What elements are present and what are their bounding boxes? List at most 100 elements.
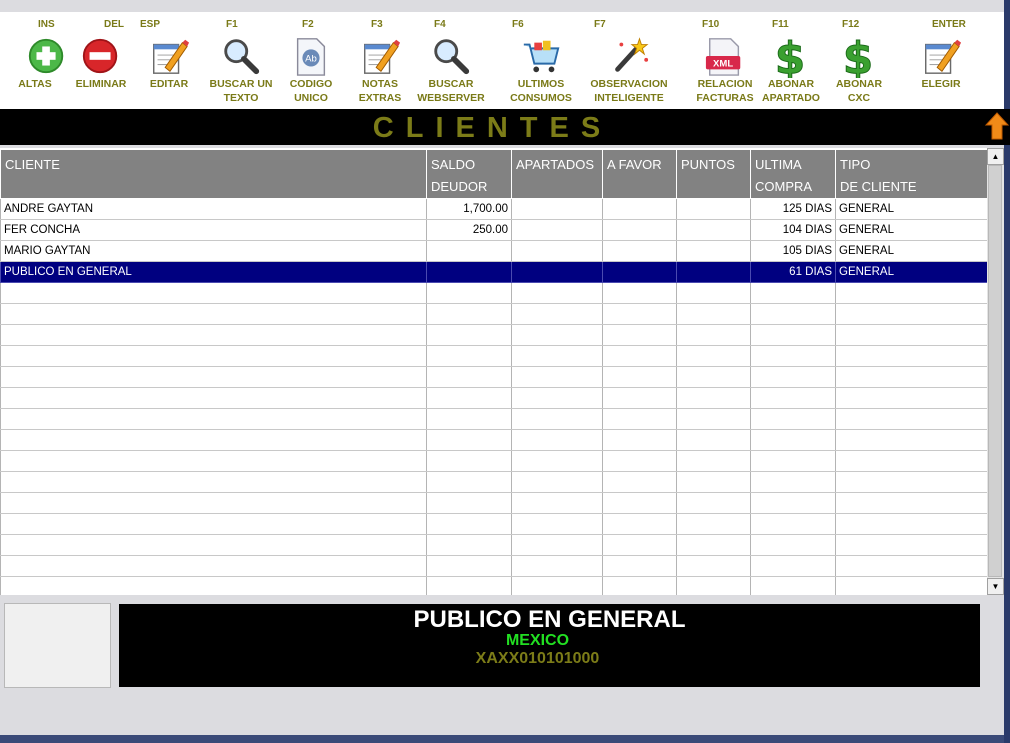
toolbar-button-abonar[interactable]: F12 $ ABONAR CXC [836,12,882,109]
column-header[interactable]: A FAVOR [602,148,677,199]
vertical-scrollbar[interactable]: ▲ ▼ [987,148,1004,595]
table-row[interactable] [0,324,988,346]
column-header-line-1: PUNTOS [681,157,735,172]
table-cell [0,513,427,535]
table-cell [0,408,427,430]
table-cell [602,240,677,262]
table-row[interactable] [0,450,988,472]
toolbar-button-elegir[interactable]: ENTER ELEGIR [920,12,965,109]
table-cell [750,555,836,577]
table-row[interactable] [0,555,988,577]
toolbar-button-observacion[interactable]: F7 OBSERVACION INTELIGENTE [590,12,667,109]
table-cell [676,198,751,220]
table-row[interactable]: ANDRE GAYTAN 1,700.00 125 DIAS GENERAL [0,198,988,220]
table-row[interactable] [0,366,988,388]
table-cell [676,387,751,409]
table-cell [676,471,751,493]
table-cell [511,324,603,346]
column-header[interactable]: SALDO DEUDOR [426,148,512,199]
toolbar-button-buscar[interactable]: F4 BUSCAR WEBSERVER [417,12,485,109]
table-row[interactable] [0,471,988,493]
table-cell [676,282,751,304]
shortcut-key-label: INS [38,19,55,30]
table-cell: GENERAL [835,198,988,220]
svg-text:$: $ [775,34,806,78]
table-cell [602,513,677,535]
table-cell [750,345,836,367]
scroll-down-button[interactable]: ▼ [987,578,1004,595]
table-cell [835,450,988,472]
table-cell [0,429,427,451]
table-cell [0,450,427,472]
table-cell: GENERAL [835,261,988,283]
shortcut-key-label: DEL [104,19,124,30]
scroll-up-arrow-icon[interactable] [984,109,1010,145]
scroll-up-button[interactable]: ▲ [987,148,1004,165]
table-row[interactable] [0,429,988,451]
column-header[interactable]: CLIENTE [0,148,427,199]
table-cell [676,324,751,346]
table-row[interactable]: PUBLICO EN GENERAL 61 DIAS GENERAL [0,261,988,283]
table-cell [676,345,751,367]
table-cell [602,408,677,430]
table-cell [602,198,677,220]
table-row[interactable] [0,282,988,304]
column-header[interactable]: PUNTOS [676,148,751,199]
table-cell: 125 DIAS [750,198,836,220]
label-line-2: CXC [847,92,871,104]
column-header-line-1: ULTIMA [755,157,802,172]
table-cell [835,324,988,346]
table-cell [602,534,677,556]
table-cell: 61 DIAS [750,261,836,283]
column-header-line-1: A FAVOR [607,157,662,172]
table-row[interactable] [0,576,988,595]
toolbar-button-altas[interactable]: INS ALTAS [14,12,64,109]
column-header[interactable]: TIPO DE CLIENTE [835,148,988,199]
table-cell [602,492,677,514]
table-row[interactable] [0,408,988,430]
table-row[interactable]: MARIO GAYTAN 105 DIAS GENERAL [0,240,988,262]
client-rfc: XAXX010101000 [475,650,600,667]
table-cell [835,408,988,430]
table-cell [426,555,512,577]
svg-text:XML: XML [713,59,733,70]
table-cell [602,324,677,346]
table-row[interactable] [0,345,988,367]
table-cell [602,366,677,388]
scroll-thumb[interactable] [988,165,1002,577]
toolbar-button-ultimos[interactable]: F6 ULTIMOS CONSUMOS [510,12,572,109]
table-cell [426,408,512,430]
table-cell [835,576,988,595]
column-header[interactable]: ULTIMA COMPRA [750,148,836,199]
table-cell [426,429,512,451]
shortcut-key-label: ENTER [932,19,966,30]
table-cell: ANDRE GAYTAN [0,198,427,220]
table-row[interactable]: FER CONCHA 250.00 104 DIAS GENERAL [0,219,988,241]
column-header-line-2: COMPRA [755,179,813,194]
plus-circle-icon [28,38,64,74]
table-cell [602,555,677,577]
table-row[interactable] [0,387,988,409]
table-row[interactable] [0,303,988,325]
table-row[interactable] [0,534,988,556]
table-cell [835,429,988,451]
table-cell: FER CONCHA [0,219,427,241]
table-cell [676,534,751,556]
table-cell [676,408,751,430]
table-cell [602,429,677,451]
toolbar-button-eliminar[interactable]: DEL ELIMINAR [76,12,127,109]
client-name: PUBLICO EN GENERAL [413,606,686,633]
table-cell [750,534,836,556]
column-header[interactable]: APARTADOS [511,148,603,199]
shortcut-key-label: F12 [842,19,860,30]
edit-notepad-icon [925,39,962,74]
table-row[interactable] [0,513,988,535]
table-cell [426,366,512,388]
table-row[interactable] [0,492,988,514]
table-cell [602,450,677,472]
table-cell [0,576,427,595]
notes-pencil-icon [364,39,401,74]
table-cell [676,429,751,451]
table-cell [511,198,603,220]
dollar-icon: $ [842,34,874,78]
